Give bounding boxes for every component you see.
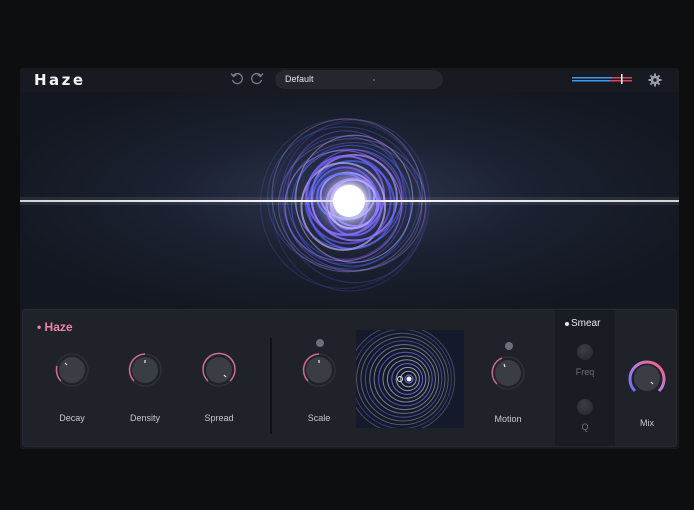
- smear-title[interactable]: Smear: [571, 318, 600, 329]
- undo-icon[interactable]: [230, 72, 244, 86]
- spread-knob[interactable]: [201, 352, 237, 388]
- io-meter-icon[interactable]: [572, 73, 634, 85]
- spiral-ring: [369, 344, 440, 414]
- q-knob[interactable]: [577, 399, 593, 415]
- decay-label: Decay: [59, 413, 85, 423]
- smear-section: Smear Freq Q: [555, 310, 615, 446]
- motion-label: Motion: [494, 414, 522, 424]
- density-knob[interactable]: [127, 352, 163, 388]
- module-title[interactable]: • Haze: [37, 320, 73, 334]
- motion-spiral-display[interactable]: [347, 325, 464, 433]
- module-title-text: Haze: [44, 320, 73, 334]
- freq-knob[interactable]: [577, 344, 593, 360]
- mix-label: Mix: [640, 418, 654, 428]
- q-label: Q: [581, 422, 589, 432]
- redo-icon[interactable]: [250, 72, 264, 86]
- preset-selector[interactable]: Default: [275, 70, 443, 89]
- preset-name: Default: [285, 74, 314, 84]
- top-bar: Haze Default: [20, 68, 679, 92]
- spiral-graphic: [347, 325, 456, 433]
- app-logo: Haze: [34, 71, 86, 89]
- visualizer-graphic: [20, 118, 679, 292]
- motion-mod-dot[interactable]: [505, 342, 513, 350]
- freq-label: Freq: [575, 367, 595, 377]
- gear-icon[interactable]: [648, 73, 662, 87]
- decay-knob[interactable]: [54, 352, 90, 388]
- mix-knob[interactable]: [627, 358, 667, 398]
- scale-knob[interactable]: [301, 352, 337, 388]
- preset-separator-dot: [373, 79, 375, 81]
- control-panel: • Haze Decay Density Spread Scale Motion…: [22, 309, 677, 447]
- spread-label: Spread: [204, 413, 234, 423]
- scale-mod-dot[interactable]: [316, 339, 324, 347]
- section-divider: [270, 338, 272, 434]
- density-label: Density: [129, 413, 160, 423]
- scale-label: Scale: [307, 413, 331, 423]
- motion-knob[interactable]: [490, 355, 526, 391]
- plugin-window: Haze Default • Haze Decay Density Spread…: [20, 68, 679, 449]
- smear-bullet: [565, 322, 569, 326]
- visualizer-display: [20, 92, 679, 308]
